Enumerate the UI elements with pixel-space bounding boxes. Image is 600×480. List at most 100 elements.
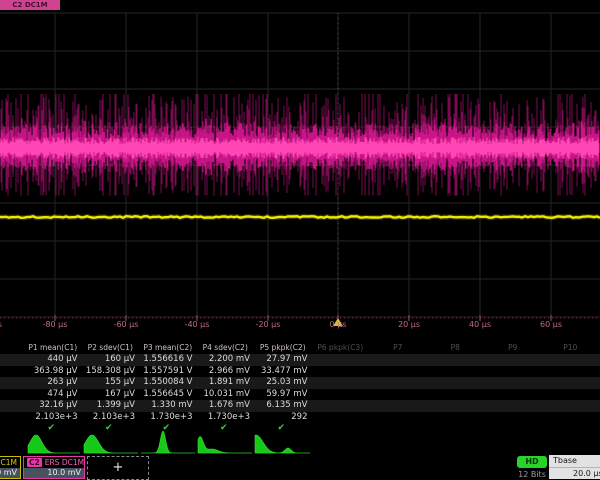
table-cell <box>313 366 371 378</box>
axis-label: -20 µs <box>256 320 281 329</box>
c1-trace <box>0 216 600 218</box>
param-header[interactable]: P2 sdev(C1) <box>83 342 141 354</box>
histicon[interactable] <box>255 435 310 453</box>
table-row: P1 mean(C1)P2 sdev(C1)P3 mean(C2)P4 sdev… <box>0 342 600 354</box>
measurement-table: P1 mean(C1)P2 sdev(C1)P3 mean(C2)P4 sdev… <box>0 342 600 435</box>
table-cell: 10.031 mV <box>198 389 256 401</box>
table-cell: 440 µV <box>25 354 83 366</box>
table-cell: 2.966 mV <box>198 366 256 378</box>
table-cell <box>370 354 428 366</box>
param-header[interactable]: P9 <box>485 342 543 354</box>
table-cell <box>543 412 600 424</box>
table-cell <box>370 389 428 401</box>
table-cell: 474 µV <box>25 389 83 401</box>
table-cell: 33.477 mV <box>255 366 313 378</box>
table-cell: 363.98 µV <box>25 366 83 378</box>
table-cell: 155 µV <box>83 377 141 389</box>
table-row: 440 µV160 µV1.556616 V2.200 mV27.97 mV <box>0 354 600 366</box>
c1-coupling-label: C1 DC1M <box>0 457 20 468</box>
table-cell <box>485 412 543 424</box>
table-cell: 2.103e+3 <box>25 412 83 424</box>
table-cell <box>313 412 371 424</box>
table-cell <box>543 354 600 366</box>
table-cell: 25.03 mV <box>255 377 313 389</box>
table-cell <box>313 354 371 366</box>
table-row: 32.16 µV1.399 µV1.330 mV1.676 mV6.135 mV <box>0 400 600 412</box>
table-cell <box>313 389 371 401</box>
table-cell: 2.103e+3 <box>83 412 141 424</box>
axis-label: -60 µs <box>114 320 139 329</box>
hd-mode-badge[interactable]: HD <box>517 456 547 468</box>
table-cell: 160 µV <box>83 354 141 366</box>
param-header[interactable]: P4 sdev(C2) <box>198 342 256 354</box>
timebase-title: Tbase <box>549 455 600 468</box>
table-cell <box>543 400 600 412</box>
table-cell <box>428 377 486 389</box>
active-trace-badge[interactable]: C2 DC1M <box>0 0 60 10</box>
table-cell <box>543 366 600 378</box>
table-cell: 27.97 mV <box>255 354 313 366</box>
histicon[interactable] <box>28 435 80 453</box>
param-header[interactable]: P10 <box>543 342 600 354</box>
table-cell <box>428 412 486 424</box>
table-cell <box>370 400 428 412</box>
table-cell <box>428 389 486 401</box>
table-cell: 1.676 mV <box>198 400 256 412</box>
table-cell <box>485 400 543 412</box>
table-cell: 1.730e+3 <box>198 412 256 424</box>
table-cell: 6.135 mV <box>255 400 313 412</box>
table-row: 2.103e+32.103e+31.730e+31.730e+3292 <box>0 412 600 424</box>
c1-scale-value: 50.0 mV <box>0 468 20 478</box>
table-cell: 59.97 mV <box>255 389 313 401</box>
table-cell: 1.891 mV <box>198 377 256 389</box>
add-trace-button[interactable]: + <box>87 456 149 480</box>
table-cell: 1.730e+3 <box>140 412 198 424</box>
table-cell <box>370 377 428 389</box>
timebase-descriptor[interactable]: Tbase 20.0 µs <box>549 455 600 479</box>
table-cell: 2.200 mV <box>198 354 256 366</box>
table-cell <box>543 377 600 389</box>
c2-scale-value: 10.0 mV <box>24 468 84 478</box>
table-row: 263 µV155 µV1.550084 V1.891 mV25.03 mV <box>0 377 600 389</box>
c2-channel-chip: C2 <box>27 458 42 467</box>
channel-c1-descriptor[interactable]: C1 DC1M 50.0 mV <box>0 456 21 479</box>
table-cell <box>485 354 543 366</box>
table-cell: 1.330 mV <box>140 400 198 412</box>
table-row: 474 µV167 µV1.556645 V10.031 mV59.97 mV <box>0 389 600 401</box>
table-cell <box>370 366 428 378</box>
table-cell <box>313 400 371 412</box>
table-cell: 1.399 µV <box>83 400 141 412</box>
axis-label: 20 µs <box>398 320 420 329</box>
timebase-scale-value: 20.0 µs <box>549 468 600 479</box>
table-cell: 1.557591 V <box>140 366 198 378</box>
time-axis-labels: -100 µs-80 µs-60 µs-40 µs-20 µs0 µs20 µs… <box>0 320 600 332</box>
param-header[interactable]: P6 pkpk(C3) <box>313 342 371 354</box>
table-cell: 263 µV <box>25 377 83 389</box>
table-cell <box>428 354 486 366</box>
param-header[interactable]: P5 pkpk(C2) <box>255 342 313 354</box>
param-header[interactable]: P3 mean(C2) <box>140 342 198 354</box>
table-cell <box>485 377 543 389</box>
axis-label: -80 µs <box>43 320 68 329</box>
param-header[interactable]: P8 <box>428 342 486 354</box>
table-cell: 1.556616 V <box>140 354 198 366</box>
axis-label: -40 µs <box>185 320 210 329</box>
histicon[interactable] <box>84 435 138 453</box>
oscilloscope-screen: C2 DC1M -100 µs-80 µs-60 µs-40 µs-20 µs0… <box>0 0 600 480</box>
histicon[interactable] <box>198 437 252 454</box>
axis-label: 40 µs <box>469 320 491 329</box>
table-cell <box>543 389 600 401</box>
channel-c2-descriptor[interactable]: C2 ERS DC1M 10.0 mV <box>23 456 85 479</box>
param-header[interactable]: P7 <box>370 342 428 354</box>
table-cell <box>428 366 486 378</box>
table-cell: 1.556645 V <box>140 389 198 401</box>
table-cell: 158.308 µV <box>83 366 141 378</box>
axis-label: 0 µs <box>330 320 347 329</box>
measurement-histicons[interactable] <box>0 430 600 456</box>
histicon[interactable] <box>141 431 195 453</box>
table-cell <box>370 412 428 424</box>
table-cell <box>485 366 543 378</box>
table-cell <box>485 389 543 401</box>
table-cell: 1.550084 V <box>140 377 198 389</box>
param-header[interactable]: P1 mean(C1) <box>25 342 83 354</box>
